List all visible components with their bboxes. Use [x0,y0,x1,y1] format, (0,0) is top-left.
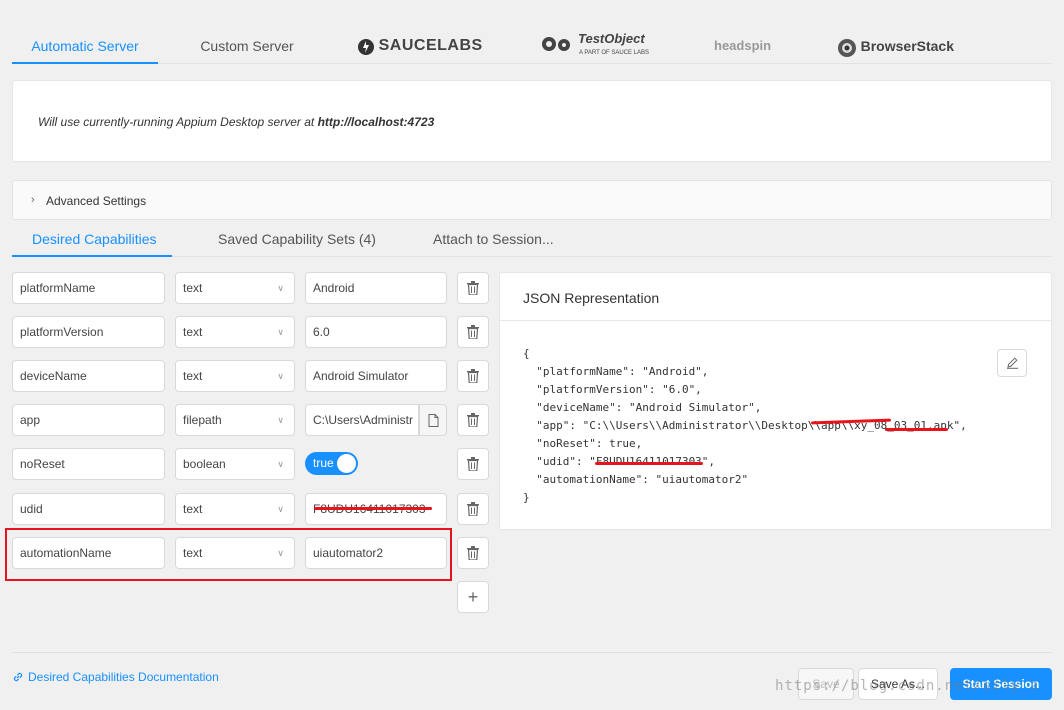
server-url: http://localhost:4723 [317,115,435,129]
trash-icon [467,325,479,339]
redaction-mark [885,428,948,431]
capability-name-input[interactable]: udid [12,493,165,525]
browserstack-logo-icon [838,38,856,57]
link-icon [13,672,23,682]
trash-icon [467,546,479,560]
capability-type-select[interactable]: text ∨ [175,493,295,525]
capability-row: deviceName text ∨ Android Simulator [12,360,492,392]
delete-capability-button[interactable] [457,404,489,436]
tab-desired-capabilities[interactable]: Desired Capabilities [12,225,172,257]
browserstack-label: BrowserStack [860,38,955,54]
footer-divider [12,652,1052,653]
server-tabs: Automatic Server Custom Server SAUCELABS… [12,26,1052,64]
capability-type-select[interactable]: filepath ∨ [175,404,295,436]
capability-name-input[interactable]: noReset [12,448,165,480]
delete-capability-button[interactable] [457,537,489,569]
tab-testobject[interactable]: TestObject A PART OF SAUCE LABS [537,30,649,56]
delete-capability-button[interactable] [457,493,489,525]
json-body: { "platformName": "Android", "platformVe… [523,347,967,504]
server-message-text: Will use currently-running Appium Deskto… [38,115,318,129]
chevron-down-icon: ∨ [277,415,284,425]
capability-type-value: text [183,502,203,516]
tab-headspin[interactable]: headspin [714,34,771,58]
delete-capability-button[interactable] [457,316,489,348]
capability-type-value: text [183,325,203,339]
capability-type-select[interactable]: text ∨ [175,360,295,392]
capability-value-input[interactable]: C:\Users\Administr [305,404,419,436]
browse-file-button[interactable] [419,404,447,436]
capability-row: udid text∨ F8UDU16411017303 [12,493,492,525]
add-capability-button[interactable]: + [457,581,489,613]
highlight-annotation-box [5,528,452,581]
capability-type-select[interactable]: boolean ∨ [175,448,295,480]
toggle-label: true [313,456,334,470]
testobject-gear-icon [542,36,570,51]
doc-link-label: Desired Capabilities Documentation [28,670,219,684]
chevron-down-icon: ∨ [277,283,284,293]
edit-json-button[interactable] [997,349,1027,377]
capability-type-value: filepath [183,413,222,427]
trash-icon [467,281,479,295]
json-panel-header: JSON Representation [500,273,1051,321]
capability-name-input[interactable]: platformVersion [12,316,165,348]
plus-icon: + [467,587,479,607]
watermark-text: https://blog.csdn.net/sily_z [775,678,1040,694]
capability-value-input[interactable]: Android [305,272,447,304]
testobject-sublabel: A PART OF SAUCE LABS [579,50,650,56]
chevron-down-icon: ∨ [277,327,284,337]
capability-type-select[interactable]: text ∨ [175,316,295,348]
trash-icon [467,369,479,383]
server-message: Will use currently-running Appium Deskto… [38,115,434,129]
capability-value-input[interactable]: 6.0 [305,316,447,348]
capability-type-value: boolean [183,457,226,471]
chevron-right-icon: › [31,194,35,206]
tab-attach-to-session[interactable]: Attach to Session... [433,225,554,257]
capability-value-input[interactable]: Android Simulator [305,360,447,392]
capability-row: platformName text ∨ Android [12,272,492,304]
capability-name-input[interactable]: app [12,404,165,436]
tab-saucelabs[interactable]: SAUCELABS [357,34,483,58]
capability-name-input[interactable]: deviceName [12,360,165,392]
chevron-down-icon: ∨ [277,459,284,469]
chevron-down-icon: ∨ [277,371,284,381]
chevron-down-icon: ∨ [277,504,284,514]
capability-type-select[interactable]: text ∨ [175,272,295,304]
redaction-mark [595,462,703,465]
trash-icon [467,502,479,516]
delete-capability-button[interactable] [457,360,489,392]
delete-capability-button[interactable] [457,272,489,304]
saucelabs-label: SAUCELABS [378,37,483,54]
capability-row: platformVersion text ∨ 6.0 [12,316,492,348]
file-icon [428,414,439,427]
tab-saved-capability-sets[interactable]: Saved Capability Sets (4) [218,225,376,257]
advanced-settings-toggle[interactable]: › Advanced Settings [12,180,1052,220]
capabilities-documentation-link[interactable]: Desired Capabilities Documentation [12,670,219,684]
saucelabs-logo-icon [358,38,374,55]
pencil-icon [1007,357,1018,369]
redaction-mark [314,507,432,510]
capability-row: noReset boolean ∨ true [12,448,492,480]
tab-browserstack[interactable]: BrowserStack [837,34,954,58]
tab-custom-server[interactable]: Custom Server [182,26,312,64]
toggle-knob [337,454,356,473]
tab-automatic-server[interactable]: Automatic Server [12,26,158,64]
capability-row: app filepath ∨ C:\Users\Administr [12,404,492,436]
trash-icon [467,413,479,427]
capability-name-input[interactable]: platformName [12,272,165,304]
advanced-settings-label: Advanced Settings [46,194,147,208]
capability-type-value: text [183,369,203,383]
trash-icon [467,457,479,471]
server-info-panel: Will use currently-running Appium Deskto… [12,80,1052,162]
capability-type-value: text [183,281,203,295]
json-representation-panel: JSON Representation { "platformName": "A… [499,272,1052,530]
delete-capability-button[interactable] [457,448,489,480]
capability-tabs: Desired Capabilities Saved Capability Se… [12,225,1052,257]
json-panel-title: JSON Representation [523,290,660,306]
capability-value-toggle[interactable]: true [305,452,358,475]
